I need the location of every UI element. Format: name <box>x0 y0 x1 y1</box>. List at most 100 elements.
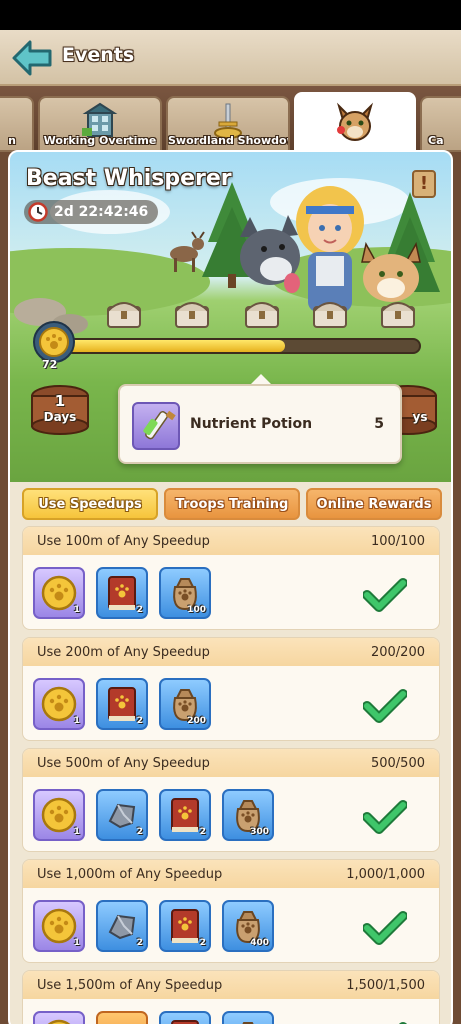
reward-item[interactable]: 2 <box>96 678 148 730</box>
reward-qty: 1 <box>73 605 80 615</box>
reward-qty: 1 <box>73 716 80 726</box>
event-banner: Beast Whisperer 2d 22:42:46 ! 72 1 Days … <box>10 152 451 482</box>
reward-item[interactable]: 2 <box>96 900 148 952</box>
beast-cat-icon <box>331 100 379 150</box>
tab-swordland-showdown[interactable]: Swordland Showdown <box>166 96 290 152</box>
clock-icon <box>28 202 48 230</box>
reward-item[interactable] <box>33 1011 85 1024</box>
reward-qty: 300 <box>250 827 269 837</box>
task-progress: 500/500 <box>370 755 425 771</box>
paw-book-icon <box>161 1013 209 1024</box>
reward-qty: 400 <box>250 938 269 948</box>
task-progress: 100/100 <box>370 533 425 549</box>
reward-item[interactable]: 300 <box>222 789 274 841</box>
tab-label: Working Overtime <box>43 134 157 147</box>
reward-item[interactable]: 1 <box>33 678 85 730</box>
reward-item[interactable]: 2 <box>159 900 211 952</box>
info-button[interactable]: ! <box>412 170 436 198</box>
tab-troops-training[interactable]: Troops Training <box>164 488 300 520</box>
reward-qty: 1 <box>73 938 80 948</box>
tab-label: Ca <box>428 134 444 147</box>
tab-use-speedups[interactable]: Use Speedups <box>22 488 158 520</box>
milestone-chest[interactable] <box>244 297 280 329</box>
back-arrow-icon[interactable] <box>10 38 54 78</box>
task-title: Use 1,500m of Any Speedup <box>37 977 223 993</box>
page-title: Events <box>62 44 135 66</box>
reward-item[interactable] <box>159 1011 211 1024</box>
reward-item[interactable] <box>96 1011 148 1024</box>
reward-item[interactable]: 100 <box>159 567 211 619</box>
task-card: Use 100m of Any Speedup 100/100 1 2 100 <box>22 526 440 630</box>
reward-qty: 2 <box>136 605 143 615</box>
task-header: Use 500m of Any Speedup 500/500 <box>23 749 439 777</box>
reward-item[interactable]: 1 <box>33 789 85 841</box>
task-card: Use 500m of Any Speedup 500/500 1 2 2 300 <box>22 748 440 852</box>
reward-item[interactable]: 2 <box>96 789 148 841</box>
milestone-chest[interactable] <box>312 297 348 329</box>
tab-online-rewards[interactable]: Online Rewards <box>306 488 442 520</box>
reward-qty: 1 <box>73 827 80 837</box>
food-sack-icon <box>224 1013 272 1024</box>
task-header: Use 1,000m of Any Speedup 1,000/1,000 <box>23 860 439 888</box>
completed-check-icon <box>362 577 408 617</box>
reward-qty: 2 <box>136 827 143 837</box>
reward-item[interactable]: 400 <box>222 900 274 952</box>
milestone-chest[interactable] <box>106 297 142 329</box>
reward-qty: 2 <box>199 938 206 948</box>
reward-qty: 2 <box>136 938 143 948</box>
task-title: Use 500m of Any Speedup <box>37 755 210 771</box>
event-panel: Beast Whisperer 2d 22:42:46 ! 72 1 Days … <box>8 150 453 1024</box>
task-header: Use 1,500m of Any Speedup 1,500/1,500 <box>23 971 439 999</box>
tab-working-overtime[interactable]: Working Overtime <box>38 96 162 152</box>
task-progress: 1,500/1,500 <box>346 977 425 993</box>
task-progress: 200/200 <box>370 644 425 660</box>
completed-check-icon <box>362 799 408 839</box>
reward-qty: 100 <box>187 605 206 615</box>
task-title: Use 1,000m of Any Speedup <box>37 866 223 882</box>
task-card: Use 1,500m of Any Speedup 1,500/1,500 <box>22 970 440 1024</box>
task-title: Use 100m of Any Speedup <box>37 533 210 549</box>
paw-coin-icon <box>35 1013 83 1024</box>
tooltip-item-qty: 5 <box>374 416 384 432</box>
event-progress-bar <box>65 338 421 354</box>
tab-partial-right[interactable]: Ca <box>420 96 461 152</box>
day-label: Days <box>43 410 77 424</box>
reward-item[interactable]: 2 <box>159 789 211 841</box>
event-tabs: n Working Overtime Swordland Showdo Ca <box>0 86 461 156</box>
game-screen: Events n Working Overtime Swordland Show… <box>0 30 461 1024</box>
tooltip-item-name: Nutrient Potion <box>190 416 313 432</box>
top-bar: Events <box>0 30 461 86</box>
task-title: Use 200m of Any Speedup <box>37 644 210 660</box>
progress-fill <box>67 340 286 352</box>
reward-qty: 2 <box>199 827 206 837</box>
whetstone-icon <box>98 1013 146 1024</box>
points-count: 72 <box>42 358 58 371</box>
countdown-timer: 2d 22:42:46 <box>24 200 159 224</box>
tab-beast-whisperer[interactable] <box>294 92 416 156</box>
completed-check-icon <box>362 910 408 950</box>
timer-text: 2d 22:42:46 <box>54 204 149 220</box>
task-header: Use 100m of Any Speedup 100/100 <box>23 527 439 555</box>
reward-item[interactable]: 2 <box>96 567 148 619</box>
task-header: Use 200m of Any Speedup 200/200 <box>23 638 439 666</box>
task-card: Use 200m of Any Speedup 200/200 1 2 200 <box>22 637 440 741</box>
potion-icon <box>132 402 180 450</box>
event-title: Beast Whisperer <box>26 166 232 191</box>
completed-check-icon <box>362 688 408 728</box>
day-reward-1[interactable]: 1 Days <box>30 384 90 436</box>
reward-item[interactable]: 1 <box>33 900 85 952</box>
tab-label: n <box>8 134 16 147</box>
milestone-chest[interactable] <box>380 297 416 329</box>
day-label: ys <box>412 410 428 424</box>
task-card: Use 1,000m of Any Speedup 1,000/1,000 1 2 2 4… <box>22 859 440 963</box>
reward-item[interactable]: 1 <box>33 567 85 619</box>
task-category-tabs: Use Speedups Troops Training Online Rewa… <box>10 482 451 524</box>
reward-item[interactable]: 200 <box>159 678 211 730</box>
tab-partial-left[interactable]: n <box>0 96 34 152</box>
day-number: 1 <box>54 392 66 410</box>
milestone-chest[interactable] <box>174 297 210 329</box>
reward-item[interactable] <box>222 1011 274 1024</box>
reward-qty: 2 <box>136 716 143 726</box>
tab-label: Swordland Showdown <box>168 134 288 147</box>
item-tooltip: Nutrient Potion 5 <box>118 374 402 464</box>
